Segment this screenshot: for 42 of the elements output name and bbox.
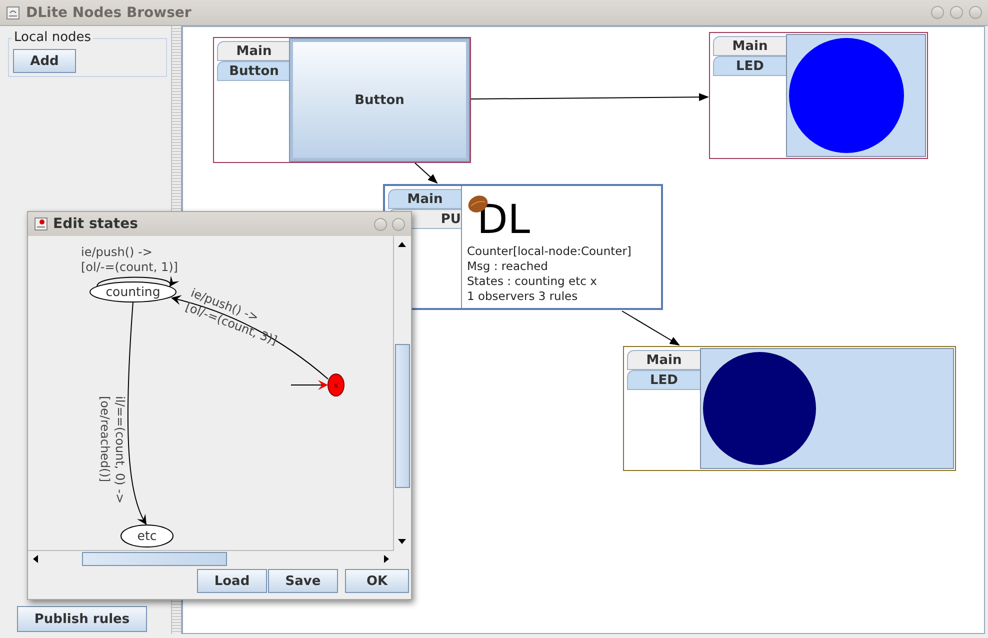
scroll-right-icon[interactable] xyxy=(381,554,391,564)
node-info-line: Msg : reached xyxy=(467,259,549,274)
dialog-button[interactable]: Load xyxy=(197,569,267,593)
led-node[interactable]: Main LED xyxy=(709,32,928,159)
node-tab[interactable]: Main xyxy=(388,189,461,209)
scroll-up-icon[interactable] xyxy=(397,240,407,250)
maximize-button[interactable] xyxy=(950,6,963,19)
connection-arrow xyxy=(622,310,680,346)
transition-label: ie/push() -> [ol/-=(count, 1)] xyxy=(81,245,178,274)
node-button[interactable]: Button xyxy=(290,39,469,161)
node-info-line: Counter[local-node:Counter] xyxy=(467,244,632,259)
state-node[interactable]: counting xyxy=(90,282,176,302)
node-tab[interactable]: LED xyxy=(713,56,786,76)
minimize-button[interactable] xyxy=(374,218,387,230)
dialog-button[interactable]: OK xyxy=(345,569,409,593)
window-title: DLite Nodes Browser xyxy=(26,4,192,20)
button-node[interactable]: Main Button Button xyxy=(213,37,471,163)
node-info-line: States : counting etc x xyxy=(467,274,598,289)
app-icon xyxy=(34,217,48,231)
state-node[interactable]: etc xyxy=(120,524,174,548)
start-arrow xyxy=(290,380,328,390)
transition-label: il/==(count, 0) -> [oe/reached()] xyxy=(98,396,127,504)
dialog-title: Edit states xyxy=(53,216,139,232)
vertical-scrollbar[interactable] xyxy=(393,236,411,550)
minimize-button[interactable] xyxy=(931,6,944,19)
dialog-button[interactable]: Save xyxy=(268,569,338,593)
close-button[interactable] xyxy=(969,6,982,19)
node-info-line: 1 observers 3 rules xyxy=(467,289,579,304)
connection-arrow xyxy=(414,162,438,184)
add-button[interactable]: Add xyxy=(13,49,76,73)
node-tab[interactable]: Main xyxy=(217,41,290,61)
led-node[interactable]: Main LED xyxy=(623,346,956,471)
publish-rules-button[interactable]: Publish rules xyxy=(17,606,147,632)
node-tab[interactable]: Main xyxy=(713,36,786,56)
scroll-left-icon[interactable] xyxy=(31,554,41,564)
close-button[interactable] xyxy=(392,218,405,230)
node-tab[interactable]: LED xyxy=(627,370,700,390)
node-tab[interactable]: Button xyxy=(217,61,290,81)
horizontal-scrollbar[interactable] xyxy=(28,550,394,567)
app-icon xyxy=(6,6,20,20)
node-tab[interactable]: Main xyxy=(627,350,700,370)
scroll-down-icon[interactable] xyxy=(397,536,407,546)
